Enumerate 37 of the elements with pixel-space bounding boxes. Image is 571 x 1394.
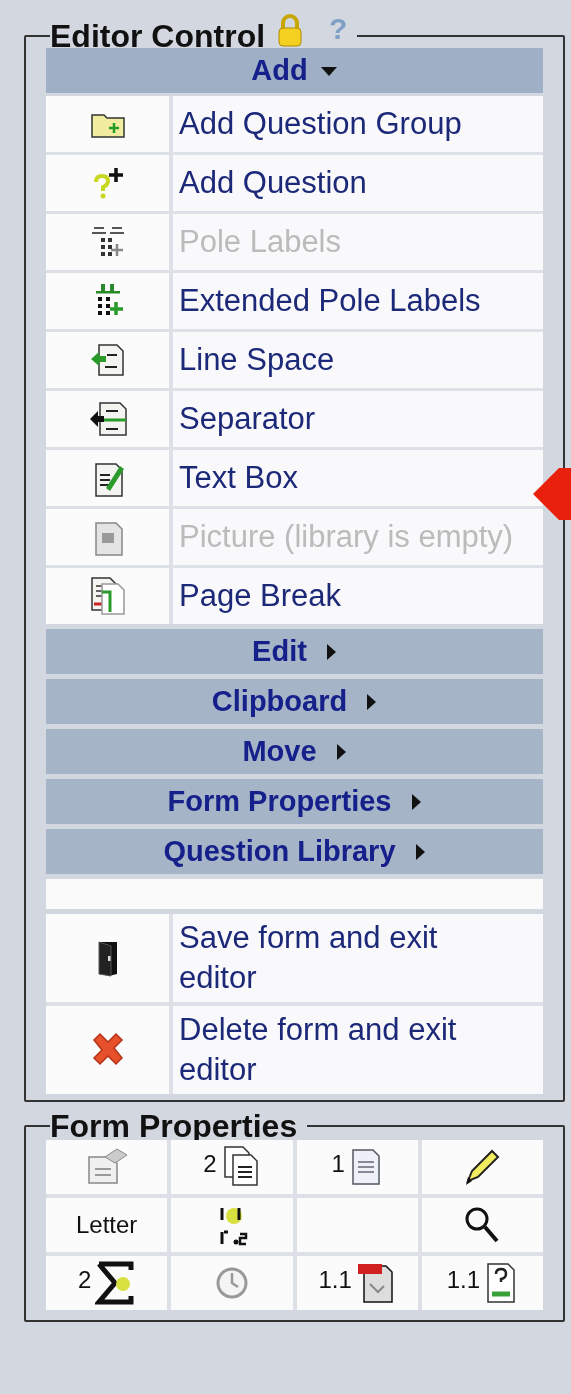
menu-item[interactable]: Separator xyxy=(173,391,543,447)
section-header[interactable]: Edit xyxy=(46,629,543,674)
property-button[interactable]: 1.1 xyxy=(296,1256,418,1310)
menu-item[interactable]: Add Question Group xyxy=(173,96,543,152)
count-label: 1 xyxy=(331,1149,345,1179)
property-button[interactable]: 2 xyxy=(46,1256,168,1310)
count-label: 1.1 xyxy=(318,1265,352,1295)
property-button[interactable] xyxy=(171,1198,293,1252)
section-title: Clipboard xyxy=(211,683,348,719)
count-label: 2 xyxy=(77,1265,92,1295)
menu-item[interactable]: Delete form and exit editor xyxy=(173,1006,543,1094)
section-header[interactable]: Clipboard xyxy=(46,679,543,724)
section-title: Edit xyxy=(252,633,307,669)
property-button[interactable]: 2 xyxy=(171,1140,293,1194)
section-header[interactable]: Form Properties xyxy=(46,779,543,824)
section-title: Form Properties xyxy=(167,783,392,819)
property-button[interactable] xyxy=(421,1140,543,1194)
menu-item[interactable]: Line Space xyxy=(173,332,543,388)
section-header[interactable]: Move xyxy=(46,729,543,774)
section-title: Move xyxy=(242,733,317,769)
menu-item[interactable]: Text Box xyxy=(173,450,543,506)
section-header[interactable]: Add xyxy=(46,48,543,93)
sigma-icon xyxy=(95,1260,136,1306)
property-button[interactable]: 1 xyxy=(296,1140,418,1194)
section-header[interactable]: Question Library xyxy=(46,829,543,874)
menu-item[interactable]: Save form and exit editor xyxy=(173,914,543,1002)
arrow-icon xyxy=(533,468,571,520)
page-size-label: Letter xyxy=(75,1210,138,1240)
count-label: 1.1 xyxy=(446,1265,481,1295)
menu-item[interactable]: Add Question xyxy=(173,155,543,211)
property-button[interactable]: 1.1 xyxy=(421,1256,543,1310)
property-button[interactable] xyxy=(421,1198,543,1252)
menu-item[interactable]: Page Break xyxy=(173,568,543,624)
section-title: Question Library xyxy=(163,833,396,869)
menu-item[interactable]: Extended Pole Labels xyxy=(173,273,543,329)
section-title: Add xyxy=(251,52,308,88)
count-label: 2 xyxy=(203,1149,217,1179)
